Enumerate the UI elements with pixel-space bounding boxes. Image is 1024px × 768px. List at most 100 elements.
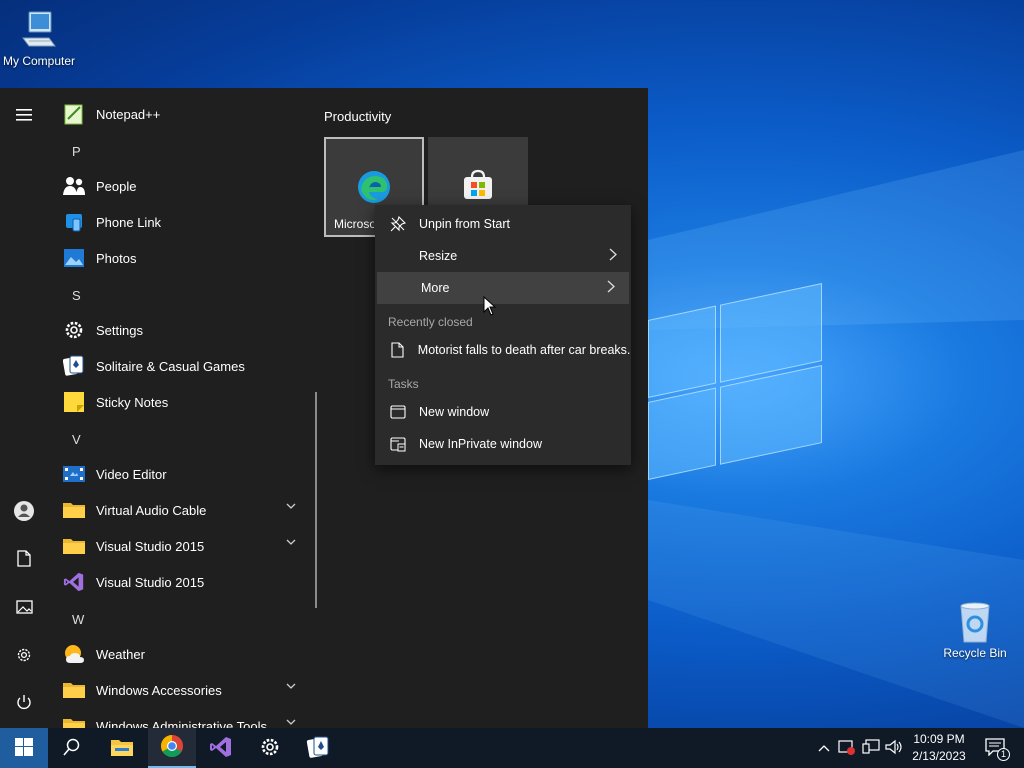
tray-network[interactable] <box>861 738 881 758</box>
hamburger-menu-icon <box>16 108 32 124</box>
show-hidden-icons-button[interactable] <box>814 738 834 758</box>
expand-menu-button[interactable] <box>0 96 48 136</box>
documents-icon <box>17 550 31 570</box>
chevron-down-icon <box>286 682 296 693</box>
menu-item-label: Resize <box>419 249 458 263</box>
visual-studio-icon <box>209 735 233 762</box>
tile-group-title: Productivity <box>324 109 392 124</box>
app-list-letter-header[interactable]: V <box>72 432 81 447</box>
app-list-item-windows-administrative-tools[interactable]: Windows Administrative Tools <box>62 708 312 728</box>
taskbar-chrome[interactable] <box>148 728 196 768</box>
tasks-header: Tasks <box>388 377 419 391</box>
pictures-button[interactable] <box>0 588 48 628</box>
documents-button[interactable] <box>0 540 48 580</box>
app-list-item-label: Windows Administrative Tools <box>96 718 267 729</box>
user-account-button[interactable] <box>0 492 48 532</box>
app-list-item-phone-link[interactable]: Phone Link <box>62 204 312 240</box>
recently-closed-header: Recently closed <box>388 315 473 329</box>
taskbar-clock[interactable]: 10:09 PM 2/13/2023 <box>906 731 972 765</box>
app-list-item-virtual-audio-cable[interactable]: Virtual Audio Cable <box>62 492 312 528</box>
notification-count-badge: 1 <box>996 747 1010 761</box>
solitaire-icon <box>306 735 330 762</box>
folder-icon <box>62 534 86 558</box>
app-list-letter-header[interactable]: P <box>72 144 81 159</box>
app-list-item-photos[interactable]: Photos <box>62 240 312 276</box>
app-list-letter-header[interactable]: S <box>72 288 81 303</box>
app-list-item-sticky-notes[interactable]: Sticky Notes <box>62 384 312 420</box>
app-list-item-notepad[interactable]: Notepad++ <box>62 96 312 132</box>
network-icon <box>862 738 880 758</box>
menu-item-resize[interactable]: Resize <box>375 240 631 272</box>
chevron-up-icon <box>818 741 830 755</box>
folder-icon <box>62 498 86 522</box>
sticky-notes-icon <box>62 390 86 414</box>
start-left-rail <box>0 88 48 728</box>
app-list-letter-header[interactable]: W <box>72 612 84 627</box>
pictures-icon <box>15 599 33 617</box>
app-list-item-visual-studio-2015[interactable]: Visual Studio 2015 <box>62 564 312 600</box>
settings-gear-icon <box>260 737 280 760</box>
app-list-item-label: Sticky Notes <box>96 394 169 410</box>
desktop-icon-label: Recycle Bin <box>943 646 1007 660</box>
clock-date: 2/13/2023 <box>912 749 966 763</box>
folder-icon <box>62 678 86 702</box>
taskbar-settings[interactable] <box>246 728 294 768</box>
chevron-down-icon <box>286 538 296 549</box>
desktop-icon-my-computer[interactable]: My Computer <box>0 10 81 68</box>
video-editor-icon <box>62 462 86 486</box>
app-list-item-label: Weather <box>96 646 145 662</box>
menu-item-new-window[interactable]: New window <box>375 396 631 428</box>
tile-label: Microso <box>334 217 374 231</box>
app-list-item-label: Windows Accessories <box>96 682 222 698</box>
menu-item-recent-page[interactable]: Motorist falls to death after car breaks… <box>375 334 631 366</box>
power-button[interactable] <box>0 684 48 724</box>
app-list-scrollbar[interactable] <box>315 392 317 608</box>
document-icon <box>375 342 418 358</box>
desktop-icon-recycle-bin[interactable]: Recycle Bin <box>933 602 1017 660</box>
app-list-item-visual-studio-2015[interactable]: Visual Studio 2015 <box>62 528 312 564</box>
app-list-item-people[interactable]: People <box>62 168 312 204</box>
menu-item-new-inprivate-window[interactable]: New InPrivate window <box>375 428 631 460</box>
security-alert-icon <box>838 739 856 758</box>
user-account-icon <box>13 500 35 525</box>
start-button[interactable] <box>0 728 48 768</box>
taskbar-file-explorer[interactable] <box>98 728 146 768</box>
menu-item-more[interactable]: More <box>377 272 629 304</box>
wallpaper-windows-logo <box>648 242 828 490</box>
unpin-icon <box>375 216 419 232</box>
app-list-item-solitaire-casual-games[interactable]: Solitaire & Casual Games <box>62 348 312 384</box>
taskbar-search-button[interactable] <box>48 728 96 768</box>
window-icon <box>375 405 419 419</box>
app-list-item-label: Settings <box>96 322 143 338</box>
windows-start-icon <box>15 737 33 759</box>
action-center-button[interactable]: 1 <box>983 737 1010 761</box>
power-icon <box>16 694 32 714</box>
app-list-item-settings[interactable]: Settings <box>62 312 312 348</box>
taskbar-solitaire[interactable] <box>294 728 342 768</box>
chevron-down-icon <box>286 502 296 513</box>
app-list-item-label: Solitaire & Casual Games <box>96 358 245 374</box>
menu-item-label: New window <box>419 405 490 419</box>
tray-security[interactable] <box>837 738 857 758</box>
app-list-item-video-editor[interactable]: Video Editor <box>62 456 312 492</box>
notepadpp-icon <box>62 102 86 126</box>
action-center-icon: 1 <box>985 737 1010 761</box>
menu-item-unpin-from-start[interactable]: Unpin from Start <box>375 208 631 240</box>
people-icon <box>62 174 86 198</box>
app-list-item-weather[interactable]: Weather <box>62 636 312 672</box>
app-list: Notepad++ P People Phone Link Photos S Setting… <box>48 88 316 728</box>
chevron-right-icon <box>607 280 615 296</box>
app-list-item-label: Photos <box>96 250 137 266</box>
app-list-item-windows-accessories[interactable]: Windows Accessories <box>62 672 312 708</box>
desktop-icon-label: My Computer <box>2 54 76 68</box>
settings-button[interactable] <box>0 636 48 676</box>
settings-icon <box>62 318 86 342</box>
search-icon <box>63 738 81 759</box>
taskbar-visual-studio[interactable] <box>197 728 245 768</box>
taskbar: 10:09 PM 2/13/2023 1 <box>0 728 1024 768</box>
edge-icon <box>357 170 391 207</box>
tray-volume[interactable] <box>884 738 904 758</box>
inprivate-window-icon <box>375 436 419 452</box>
chrome-icon <box>160 734 184 761</box>
app-list-item-label: Virtual Audio Cable <box>96 502 207 518</box>
